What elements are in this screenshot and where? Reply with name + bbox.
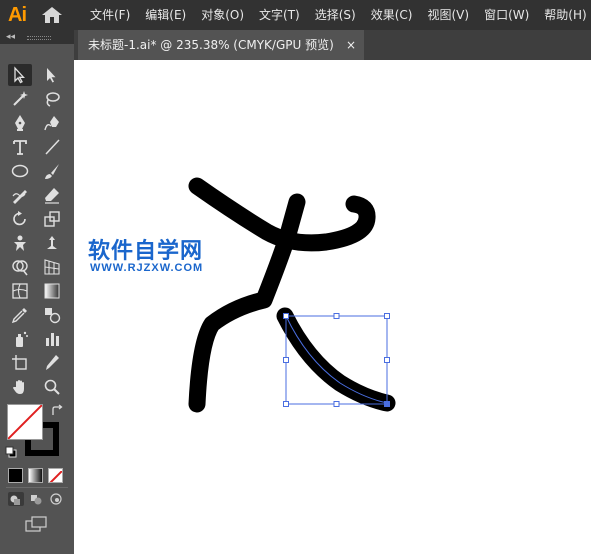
ellipse-tool-icon[interactable] (8, 160, 32, 182)
none-slash-icon (49, 470, 62, 482)
shaper-tool-icon[interactable] (8, 184, 32, 206)
close-tab-button[interactable]: × (346, 30, 356, 60)
document-tab-bar: 未标题-1.ai* @ 235.38% (CMYK/GPU 预览) × (74, 30, 591, 60)
stroke-path-right (276, 307, 396, 412)
draw-behind-icon[interactable] (28, 492, 44, 506)
artboard-tool-icon[interactable] (8, 352, 32, 374)
curvature-tool-icon[interactable] (40, 112, 64, 134)
eyedropper-tool-icon[interactable] (8, 304, 32, 326)
artwork (188, 177, 396, 413)
document-tab-title: 未标题-1.ai* @ 235.38% (CMYK/GPU 预览) (88, 38, 334, 52)
rotate-tool-icon[interactable] (8, 208, 32, 230)
document-tab[interactable]: 未标题-1.ai* @ 235.38% (CMYK/GPU 预览) × (78, 30, 364, 60)
none-mode-button[interactable] (48, 468, 63, 483)
home-icon[interactable] (40, 5, 64, 25)
lasso-tool-icon[interactable] (40, 88, 64, 110)
watermark-text: 软件自学网 (88, 239, 204, 264)
none-color-slash-icon (8, 405, 42, 439)
menu-select[interactable]: 选择(S) (315, 0, 356, 30)
puppet-warp-tool-icon[interactable] (8, 232, 32, 254)
screen-mode-icon[interactable] (25, 516, 47, 534)
magic-wand-tool-icon[interactable] (8, 88, 32, 110)
free-transform-tool-icon[interactable] (40, 232, 64, 254)
shape-builder-tool-icon[interactable] (8, 256, 32, 278)
scale-tool-icon[interactable] (40, 208, 64, 230)
paintbrush-tool-icon[interactable] (40, 160, 64, 182)
main-menu: 文件(F) 编辑(E) 对象(O) 文字(T) 选择(S) 效果(C) 视图(V… (90, 0, 591, 30)
draw-inside-icon[interactable] (48, 492, 64, 506)
artboard-canvas[interactable]: 软件自学网 WWW.RJZXW.COM (74, 60, 591, 554)
symbol-sprayer-tool-icon[interactable] (8, 328, 32, 350)
draw-normal-icon (10, 495, 20, 505)
toolbar-separator (6, 487, 68, 488)
app-logo: Ai (8, 4, 27, 26)
blend-tool-icon[interactable] (40, 304, 64, 326)
color-mode-button[interactable] (8, 468, 23, 483)
draw-normal-button[interactable] (8, 492, 24, 506)
menu-bar: Ai 文件(F) 编辑(E) 对象(O) 文字(T) 选择(S) 效果(C) 视… (0, 0, 591, 30)
watermark-url: WWW.RJZXW.COM (90, 262, 204, 274)
menu-object[interactable]: 对象(O) (201, 0, 244, 30)
slice-tool-icon[interactable] (40, 352, 64, 374)
direct-selection-tool-icon[interactable] (40, 64, 64, 86)
menu-view[interactable]: 视图(V) (427, 0, 469, 30)
selection-tool-icon[interactable] (8, 64, 32, 86)
tools-panel (0, 44, 74, 554)
line-segment-tool-icon[interactable] (40, 136, 64, 158)
toolbar-header: ◂◂ (0, 30, 74, 44)
menu-file[interactable]: 文件(F) (90, 0, 130, 30)
mesh-tool-icon[interactable] (8, 280, 32, 302)
swap-fill-stroke-icon[interactable] (50, 404, 64, 418)
perspective-grid-tool-icon[interactable] (40, 256, 64, 278)
menu-edit[interactable]: 编辑(E) (145, 0, 186, 30)
zoom-tool-icon[interactable] (40, 376, 64, 398)
collapse-toolbar-button[interactable]: ◂◂ (6, 30, 15, 44)
type-tool-icon[interactable] (8, 136, 32, 158)
menu-type[interactable]: 文字(T) (259, 0, 300, 30)
eraser-tool-icon[interactable] (40, 184, 64, 206)
fill-swatch[interactable] (7, 404, 43, 440)
menu-window[interactable]: 窗口(W) (484, 0, 529, 30)
gradient-mode-button[interactable] (28, 468, 43, 483)
hand-tool-icon[interactable] (8, 376, 32, 398)
toolbar-grip[interactable] (27, 36, 51, 40)
menu-effect[interactable]: 效果(C) (371, 0, 413, 30)
stroke-path-left (188, 193, 306, 413)
column-graph-tool-icon[interactable] (40, 328, 64, 350)
pen-tool-icon[interactable] (8, 112, 32, 134)
menu-help[interactable]: 帮助(H) (544, 0, 586, 30)
default-fill-stroke-icon[interactable] (5, 446, 17, 458)
gradient-tool-icon[interactable] (40, 280, 64, 302)
